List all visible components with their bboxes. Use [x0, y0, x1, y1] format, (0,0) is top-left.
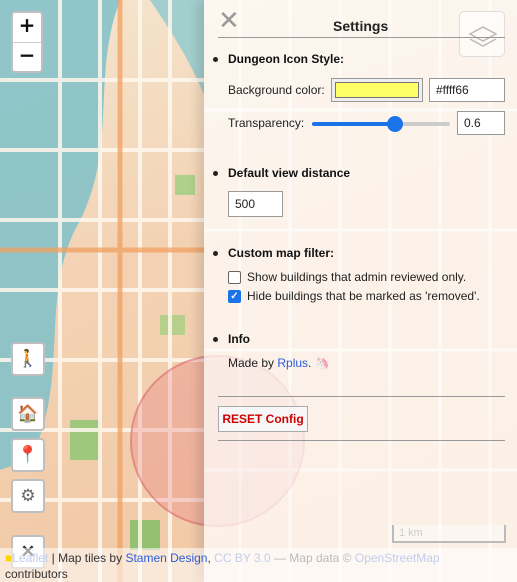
divider [218, 37, 505, 38]
filter-removed-checkbox[interactable]: ✓ [228, 290, 241, 303]
bg-color-label: Background color: [228, 83, 325, 97]
view-distance-input[interactable]: 500 [228, 191, 283, 217]
map-filter-heading: Custom map filter: [228, 246, 335, 260]
gear-icon: ⚙ [20, 486, 36, 505]
license-link[interactable]: CC BY 3.0 [214, 551, 270, 565]
list-bullet [213, 337, 218, 342]
made-by-text: Made by Rplus. 🦄 [228, 356, 330, 370]
transparency-slider[interactable] [312, 116, 450, 132]
attrib-sep: — Map data © [270, 551, 355, 565]
home-button[interactable]: 🏠 [11, 397, 45, 431]
unicorn-icon: 🦄 [314, 356, 330, 370]
list-bullet [213, 251, 218, 256]
info-heading: Info [228, 332, 250, 346]
divider [218, 396, 505, 397]
divider [218, 440, 505, 441]
park [130, 520, 160, 550]
pin-icon: 📍 [17, 445, 39, 464]
author-link[interactable]: Rplus [277, 356, 308, 370]
icon-style-heading: Dungeon Icon Style: [228, 52, 345, 66]
transparency-input[interactable]: 0.6 [457, 111, 505, 135]
settings-title: Settings [333, 18, 389, 34]
list-bullet [213, 171, 218, 176]
zoom-in-button[interactable]: + [13, 13, 41, 42]
settings-close-button[interactable]: ✕ [218, 6, 240, 36]
scale-bar: 1 km [392, 525, 506, 543]
zoom-control: + − [11, 11, 43, 73]
layers-icon [468, 26, 498, 47]
made-by-prefix: Made by [228, 356, 278, 370]
leaflet-link[interactable]: Leaflet [12, 551, 48, 565]
settings-panel: ✕ Settings Dungeon Icon Style: Backgroun… [204, 0, 517, 582]
attrib-sep: | Map tiles by [48, 551, 126, 565]
locate-button[interactable]: 📍 [11, 438, 45, 472]
osm-link[interactable]: OpenStreetMap [355, 551, 440, 565]
walk-button[interactable]: 🚶 [11, 342, 45, 376]
reset-config-button[interactable]: RESET Config [218, 406, 308, 432]
slider-thumb[interactable] [386, 116, 403, 132]
park [175, 175, 195, 195]
bg-color-swatch [335, 82, 419, 98]
bg-color-hex-input[interactable]: #ffff66 [429, 78, 505, 102]
view-distance-heading: Default view distance [228, 166, 351, 180]
settings-button[interactable]: ⚙ [11, 479, 45, 513]
transparency-label: Transparency: [228, 116, 305, 130]
zoom-out-button[interactable]: − [13, 42, 41, 71]
filter-reviewed-checkbox[interactable] [228, 271, 241, 284]
park [70, 420, 100, 460]
filter-removed-label[interactable]: Hide buildings that be marked as 'remove… [247, 289, 480, 303]
made-by-suffix: . [308, 356, 312, 370]
layers-button[interactable] [459, 11, 505, 57]
park [160, 315, 185, 335]
walk-icon: 🚶 [17, 349, 39, 368]
filter-reviewed-label[interactable]: Show buildings that admin reviewed only. [247, 270, 466, 284]
stamen-link[interactable]: Stamen Design [125, 551, 207, 565]
contributors-text: contributors [5, 567, 68, 581]
bg-color-picker[interactable] [331, 78, 423, 102]
slider-fill [312, 122, 395, 126]
list-bullet [213, 57, 218, 62]
home-icon: 🏠 [17, 404, 39, 423]
attribution: ■Leaflet | Map tiles by Stamen Design, C… [0, 548, 517, 582]
